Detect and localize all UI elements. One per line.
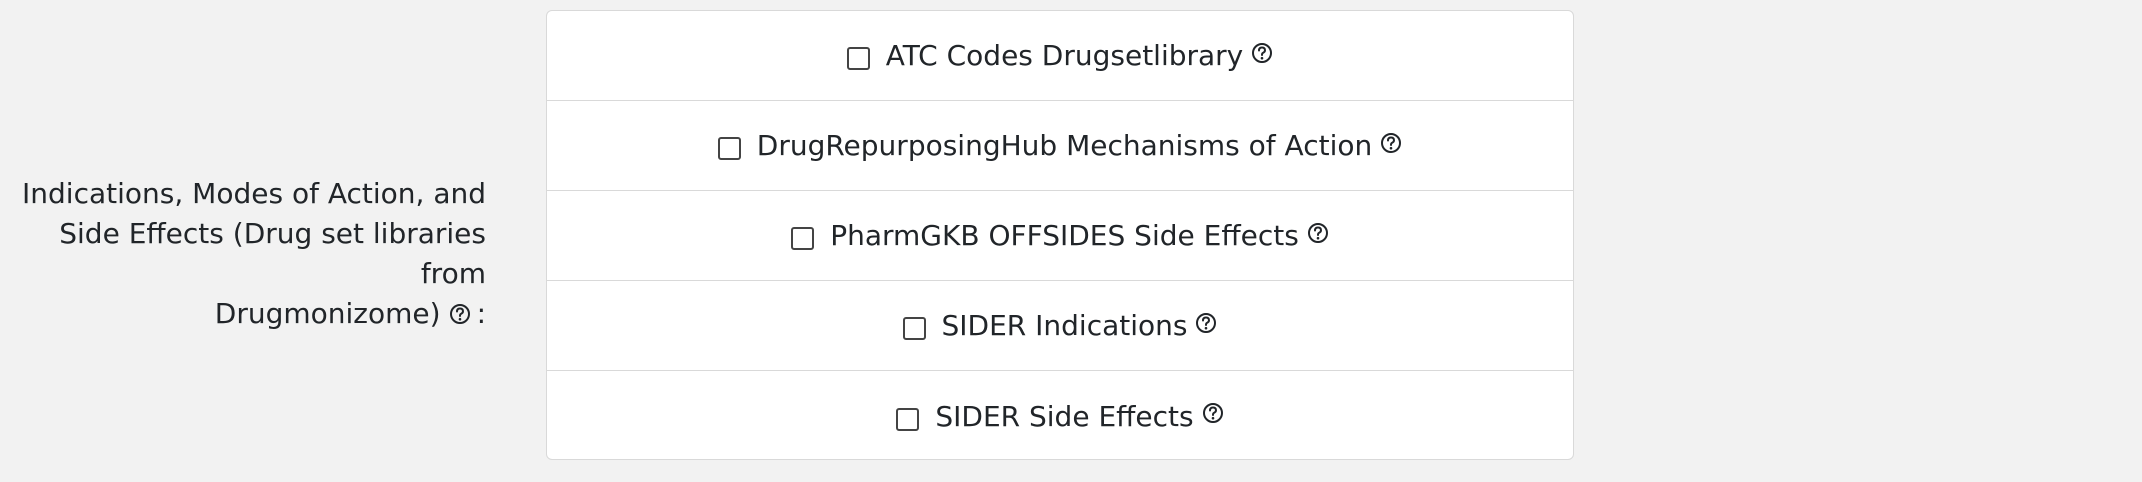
- pharmgkb-offsides-checkbox[interactable]: [791, 227, 815, 250]
- atc-codes-checkbox[interactable]: [846, 47, 870, 70]
- row-label-line-2: Side Effects (Drug set libraries from: [59, 217, 486, 290]
- atc-codes-label[interactable]: ATC Codes Drugsetlibrary: [886, 39, 1244, 72]
- sider-side-effects-label[interactable]: SIDER Side Effects: [935, 400, 1193, 433]
- drugrepurposinghub-moa-label[interactable]: DrugRepurposingHub Mechanisms of Action: [757, 129, 1372, 162]
- question-circle-icon[interactable]: [1380, 128, 1402, 153]
- row-label: Indications, Modes of Action, and Side E…: [0, 174, 486, 334]
- option-sider-indications[interactable]: SIDER Indications: [547, 281, 1573, 371]
- question-circle-icon[interactable]: [449, 296, 471, 324]
- option-pharmgkb-offsides[interactable]: PharmGKB OFFSIDES Side Effects: [547, 191, 1573, 281]
- options-panel: ATC Codes Drugsetlibrary DrugRepurposing…: [546, 10, 1574, 460]
- question-circle-icon[interactable]: [1202, 398, 1224, 423]
- sider-indications-checkbox[interactable]: [902, 317, 926, 340]
- drugrepurposinghub-moa-checkbox[interactable]: [717, 137, 741, 160]
- option-atc-codes[interactable]: ATC Codes Drugsetlibrary: [547, 11, 1573, 101]
- question-circle-icon[interactable]: [1195, 308, 1217, 333]
- row-label-line-3-text: Drugmonizome): [214, 297, 441, 330]
- option-sider-side-effects[interactable]: SIDER Side Effects: [547, 371, 1573, 461]
- row-label-line-1: Indications, Modes of Action, and: [22, 177, 486, 210]
- question-circle-icon[interactable]: [1307, 218, 1329, 243]
- option-drugrepurposinghub-moa[interactable]: DrugRepurposingHub Mechanisms of Action: [547, 101, 1573, 191]
- sider-side-effects-checkbox[interactable]: [896, 407, 920, 431]
- pharmgkb-offsides-label[interactable]: PharmGKB OFFSIDES Side Effects: [830, 219, 1299, 252]
- row-label-colon: :: [476, 297, 486, 330]
- sider-indications-label[interactable]: SIDER Indications: [942, 309, 1188, 342]
- row-label-line-3: Drugmonizome):: [0, 294, 486, 334]
- question-circle-icon[interactable]: [1251, 38, 1273, 63]
